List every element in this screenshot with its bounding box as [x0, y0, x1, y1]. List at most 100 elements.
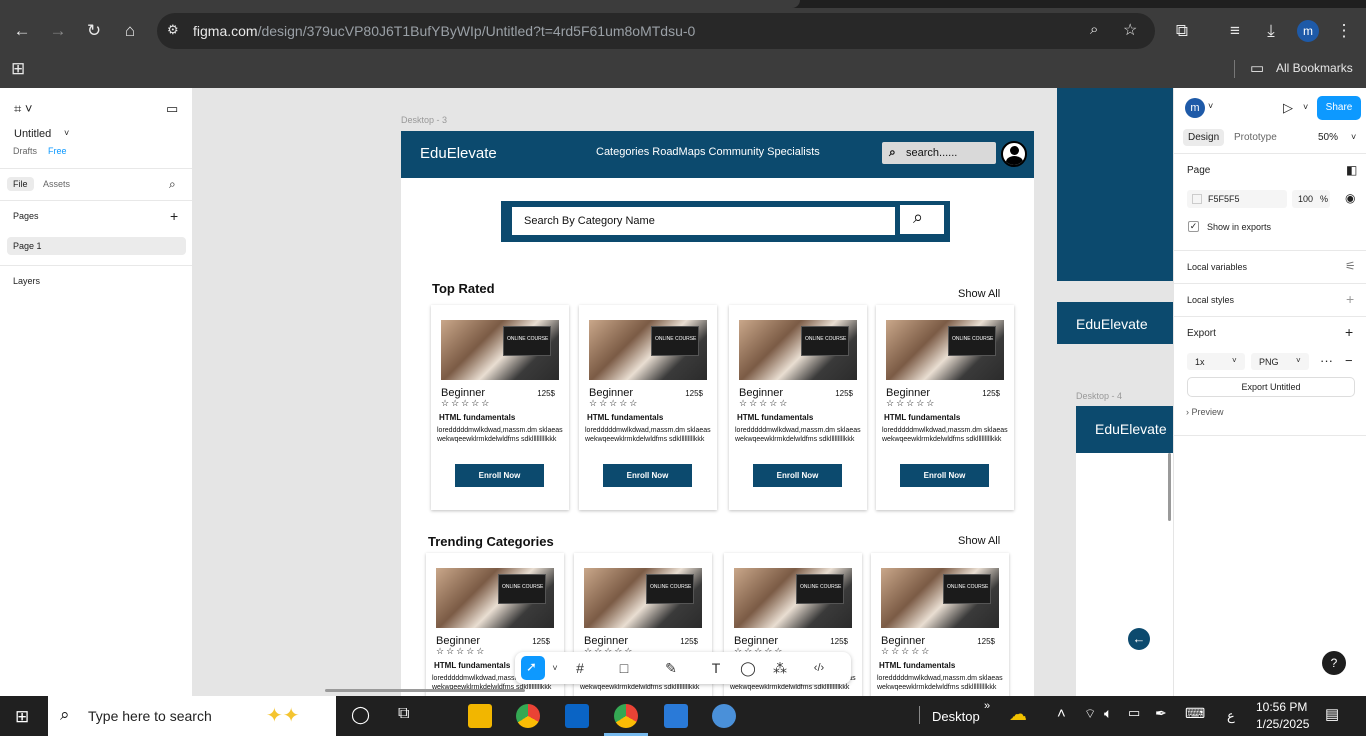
- file-name[interactable]: Untitled: [14, 128, 51, 140]
- page-style-icon[interactable]: ◧: [1346, 163, 1357, 177]
- tab-assets[interactable]: Assets: [43, 179, 70, 189]
- url-text[interactable]: figma.com/design/379ucVP80J6T1BufYByWIp/…: [193, 23, 695, 39]
- windows-start-icon[interactable]: ⊞: [15, 707, 29, 727]
- variables-settings-icon[interactable]: ⚟: [1345, 259, 1356, 273]
- figma-canvas[interactable]: Desktop - 3 EduElevate Categories RoadMa…: [193, 88, 1173, 696]
- edge-icon[interactable]: [712, 704, 736, 728]
- search-icon[interactable]: ⌕: [169, 177, 176, 192]
- export-format-select[interactable]: PNG ˅: [1251, 353, 1309, 370]
- back-arrow-icon[interactable]: ←: [1128, 628, 1150, 650]
- page-opacity-value[interactable]: 100: [1298, 194, 1313, 204]
- site-nav-links[interactable]: Categories RoadMaps Community Specialist…: [596, 146, 820, 158]
- clock-date[interactable]: 1/25/2025: [1256, 717, 1309, 731]
- course-card[interactable]: ONLINE COURSEBeginner125$☆☆☆☆☆HTML funda…: [431, 305, 569, 510]
- show-in-exports-checkbox[interactable]: ✓: [1188, 221, 1199, 232]
- apps-grid-icon[interactable]: ⊞: [11, 59, 25, 79]
- clock-time[interactable]: 10:56 PM: [1256, 700, 1307, 714]
- comment-tool-icon[interactable]: ◯: [738, 658, 758, 678]
- add-page-icon[interactable]: +: [170, 208, 178, 224]
- export-scale-select[interactable]: 1x ˅: [1187, 353, 1245, 370]
- pen-icon[interactable]: ✒: [1155, 705, 1167, 722]
- course-card[interactable]: ONLINE COURSEBeginner125$☆☆☆☆☆HTML funda…: [729, 305, 867, 510]
- frame4-label[interactable]: Desktop - 4: [1076, 391, 1122, 401]
- address-bar[interactable]: ⚙ figma.com/design/379ucVP80J6T1BufYByWI…: [157, 13, 1155, 49]
- enroll-now-button[interactable]: Enroll Now: [455, 464, 544, 487]
- category-search-button[interactable]: ⌕: [900, 205, 944, 234]
- local-styles-label[interactable]: Local styles: [1187, 295, 1234, 305]
- export-button[interactable]: Export Untitled: [1187, 377, 1355, 397]
- share-button[interactable]: Share: [1317, 96, 1361, 120]
- desktop-3-frame[interactable]: EduElevate Categories RoadMaps Community…: [401, 131, 1034, 696]
- user-avatar[interactable]: m: [1185, 98, 1205, 118]
- rectangle-tool-icon[interactable]: □: [614, 658, 634, 678]
- color-swatch[interactable]: [1192, 194, 1202, 204]
- tray-chevron-icon[interactable]: ˄: [1057, 705, 1066, 722]
- home-icon[interactable]: ⌂: [119, 20, 141, 42]
- category-search-input[interactable]: Search By Category Name: [512, 207, 895, 235]
- header-search[interactable]: ⌕ search......: [882, 142, 996, 164]
- visibility-eye-icon[interactable]: ◉: [1345, 191, 1355, 205]
- bookmark-star-icon[interactable]: ☆: [1123, 20, 1137, 40]
- present-chevron-icon[interactable]: ˅: [1303, 102, 1308, 112]
- actions-tool-icon[interactable]: ⁂: [770, 658, 790, 678]
- toolbar-expand-icon[interactable]: »: [984, 700, 990, 712]
- frame-tool-icon[interactable]: #: [570, 658, 590, 678]
- help-button[interactable]: ?: [1322, 651, 1346, 675]
- menu-dots-icon[interactable]: ⋮: [1333, 20, 1355, 42]
- side-frame-header[interactable]: EduElevate: [1057, 302, 1173, 344]
- all-bookmarks-link[interactable]: All Bookmarks: [1276, 61, 1353, 75]
- pen-tool-icon[interactable]: ✎: [661, 658, 681, 678]
- site-settings-icon[interactable]: ⚙: [167, 22, 179, 38]
- tab-prototype[interactable]: Prototype: [1234, 132, 1277, 143]
- export-more-icon[interactable]: ···: [1320, 353, 1333, 368]
- course-card[interactable]: ONLINE COURSEBeginner125$☆☆☆☆☆HTML funda…: [871, 553, 1009, 696]
- page-item-page-1[interactable]: Page 1: [7, 237, 186, 255]
- trending-show-all[interactable]: Show All: [958, 535, 1000, 547]
- zoom-chevron-icon[interactable]: ˅: [1351, 132, 1356, 142]
- chrome-icon[interactable]: [516, 704, 540, 728]
- text-tool-icon[interactable]: T: [706, 658, 726, 678]
- plan-label[interactable]: Free: [48, 146, 67, 156]
- figma-menu-icon[interactable]: ⌗ ˅: [14, 101, 33, 117]
- remove-export-icon[interactable]: −: [1345, 353, 1353, 368]
- desktop-toolbar-label[interactable]: Desktop: [932, 709, 980, 724]
- notification-icon[interactable]: ▤: [1325, 705, 1339, 723]
- toggle-sidebar-icon[interactable]: ▭: [166, 101, 178, 117]
- download-icon[interactable]: ⤓: [1260, 20, 1282, 42]
- tab-file[interactable]: File: [7, 177, 34, 191]
- keyboard-icon[interactable]: ⌨: [1185, 705, 1205, 722]
- taskbar-search[interactable]: ⌕ Type here to search ✦✦: [48, 696, 336, 736]
- preview-toggle[interactable]: › Preview: [1186, 407, 1224, 417]
- add-export-icon[interactable]: +: [1345, 324, 1353, 340]
- side-frame-top[interactable]: [1057, 88, 1173, 281]
- outlook-icon[interactable]: [565, 704, 589, 728]
- dev-mode-icon[interactable]: ‹/›: [809, 658, 829, 678]
- zoom-level[interactable]: 50%: [1318, 132, 1338, 143]
- battery-icon[interactable]: ▭: [1128, 705, 1140, 721]
- vertical-scrollbar[interactable]: [1168, 453, 1171, 521]
- reading-list-icon[interactable]: ≡: [1224, 20, 1246, 42]
- drafts-label[interactable]: Drafts: [13, 146, 37, 156]
- enroll-now-button[interactable]: Enroll Now: [603, 464, 692, 487]
- page-opacity-field[interactable]: 100 %: [1292, 190, 1330, 208]
- enroll-now-button[interactable]: Enroll Now: [753, 464, 842, 487]
- cortana-icon[interactable]: ◯: [351, 705, 370, 725]
- add-style-icon[interactable]: +: [1346, 291, 1354, 307]
- horizontal-scrollbar[interactable]: [325, 689, 525, 692]
- zoom-icon[interactable]: ⌕: [1090, 21, 1098, 38]
- extensions-icon[interactable]: ⧉: [1171, 20, 1193, 42]
- frame-label[interactable]: Desktop - 3: [401, 115, 447, 125]
- course-card[interactable]: ONLINE COURSEBeginner125$☆☆☆☆☆HTML funda…: [579, 305, 717, 510]
- local-variables-label[interactable]: Local variables: [1187, 262, 1247, 272]
- profile-avatar[interactable]: m: [1297, 20, 1319, 42]
- profile-icon[interactable]: [1001, 141, 1027, 167]
- task-view-icon[interactable]: ⧉: [398, 705, 409, 723]
- chrome-profile-icon[interactable]: [614, 704, 638, 728]
- reload-icon[interactable]: ↻: [83, 20, 105, 42]
- weather-icon[interactable]: ☁: [1009, 704, 1027, 725]
- vscode-icon[interactable]: [664, 704, 688, 728]
- move-tool[interactable]: ➚: [521, 656, 545, 680]
- network-icon[interactable]: ⌔: [1084, 706, 1096, 722]
- active-tab[interactable]: [0, 0, 800, 8]
- language-indicator[interactable]: ع: [1227, 708, 1235, 724]
